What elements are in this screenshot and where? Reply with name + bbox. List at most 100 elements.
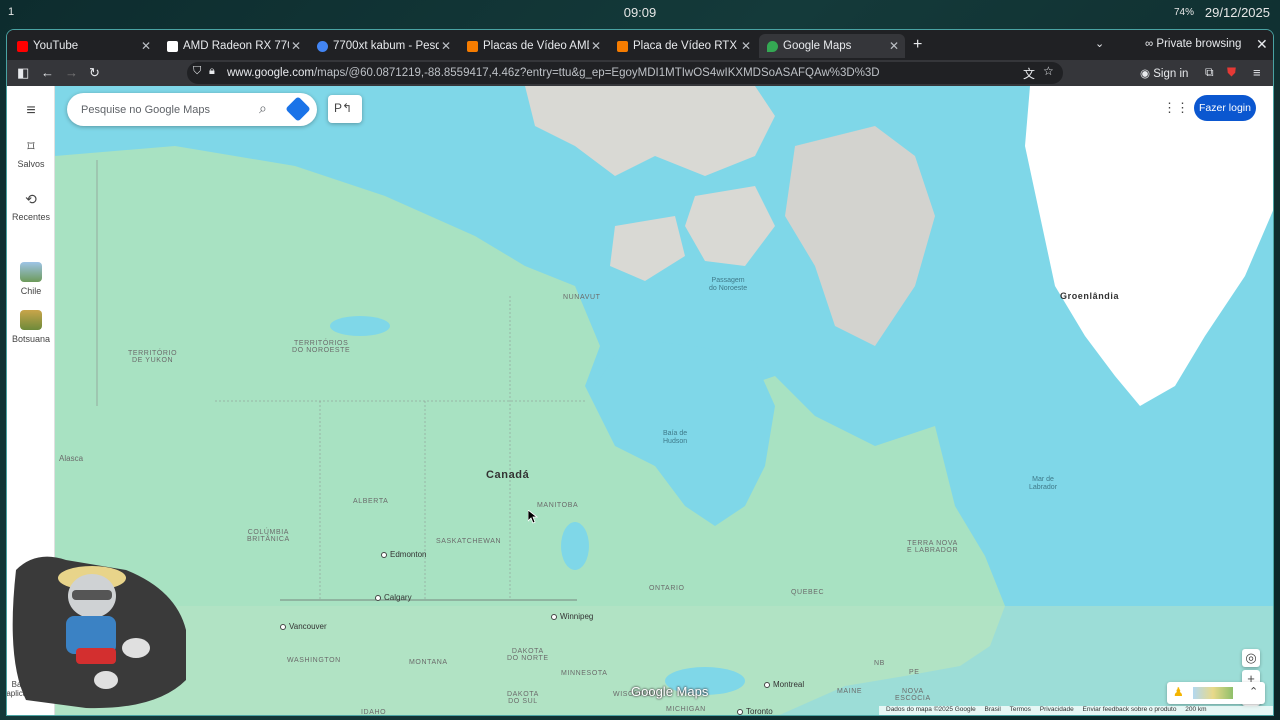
tab-amd-radeon[interactable]: AMD Radeon RX 7700 X ✕ — [159, 34, 307, 58]
my-location-icon[interactable]: ◎ — [1242, 649, 1260, 667]
saved-button[interactable]: ⌑ Salvos — [7, 138, 55, 169]
address-bar[interactable]: ⛉ 🔒︎ www.google.com/maps/@60.0871219,-88… — [187, 62, 1063, 84]
label-pe: PE — [909, 669, 920, 676]
raccoon-foot — [122, 638, 150, 658]
google-icon — [317, 40, 328, 52]
search-box[interactable]: Pesquise no Google Maps ⌕ — [67, 93, 317, 126]
tab-placas-amd[interactable]: Placas de Vídeo AMD c ✕ — [459, 34, 607, 58]
label-quebec: QUEBEC — [791, 589, 825, 596]
label-alberta: ALBERTA — [353, 498, 389, 505]
city-toronto[interactable]: Toronto — [737, 707, 773, 715]
tab-google-maps[interactable]: Google Maps ✕ — [759, 34, 905, 58]
label-washington: WASHINGTON — [287, 657, 341, 664]
login-button[interactable]: Fazer login — [1194, 95, 1256, 121]
menu-icon[interactable]: ≡ — [1253, 65, 1261, 80]
red-shorts — [76, 648, 116, 664]
usa-region — [55, 606, 1273, 715]
private-label: Private browsing — [1156, 38, 1242, 50]
mask-icon: ∞ — [1145, 38, 1157, 50]
close-tab-icon[interactable]: ✕ — [739, 39, 753, 53]
footer-country[interactable]: Brasil — [985, 706, 1001, 713]
account-icon: ◉ — [1140, 68, 1154, 80]
forward-icon[interactable]: → — [65, 65, 78, 80]
label-nb: NB — [874, 660, 885, 667]
maps-pin-icon — [767, 40, 778, 52]
tab-youtube[interactable]: YouTube ✕ — [9, 34, 157, 58]
chile-label: Chile — [20, 286, 42, 296]
hamburger-menu-icon[interactable]: ≡ — [7, 102, 55, 120]
sign-in-button[interactable]: ◉ Sign in — [1140, 66, 1188, 80]
layers-button[interactable]: P↰ — [328, 95, 362, 123]
close-tab-icon[interactable]: ✕ — [887, 39, 901, 53]
label-nd: DAKOTA DO NORTE — [507, 648, 549, 662]
tab-rtx[interactable]: Placa de Vídeo RTX 306 ✕ — [609, 34, 757, 58]
city-edmonton[interactable]: Edmonton — [381, 550, 426, 559]
water-labrador-sea: Mar de Labrador — [1029, 476, 1058, 491]
extensions-icon[interactable]: ⧉ — [1205, 65, 1214, 80]
footer-feedback-link[interactable]: Enviar feedback sobre o produto — [1083, 706, 1177, 713]
scale-bar[interactable]: 200 km — [1185, 706, 1206, 713]
botswana-thumbnail — [20, 310, 42, 330]
botswana-label: Botsuana — [11, 334, 51, 344]
tab-google-search[interactable]: 7700xt kabum - Pesquisa ✕ — [309, 34, 457, 58]
search-icon[interactable]: ⌕ — [259, 100, 267, 117]
date: 29/12/2025 — [1204, 5, 1270, 20]
tab-title: Placa de Vídeo RTX 306 — [633, 40, 739, 52]
tab-list-chevron-icon[interactable]: ⌄ — [1095, 37, 1104, 50]
new-tab-icon[interactable]: + — [913, 36, 922, 54]
shield-icon[interactable]: ⛉ — [193, 65, 201, 78]
great-slave-lake — [330, 316, 390, 336]
water-northwest-passage: Passagem do Noroeste — [709, 277, 748, 292]
google-apps-icon[interactable]: ⋮⋮ — [1163, 100, 1189, 116]
pegman-icon[interactable]: ♟ — [1173, 685, 1184, 699]
recent-button[interactable]: ⟲ Recentes — [7, 191, 55, 222]
label-ns: NOVA ESCÓCIA — [895, 688, 931, 702]
ublock-icon[interactable]: ⛊ — [1227, 65, 1236, 80]
recent-place-botswana[interactable]: Botsuana — [7, 310, 55, 344]
recent-place-chile[interactable]: Chile — [7, 262, 55, 296]
label-nl: TERRA NOVA E LABRADOR — [907, 540, 959, 554]
bookmark-star-icon[interactable]: ☆ — [1043, 64, 1054, 78]
city-montreal[interactable]: Montreal — [764, 680, 804, 689]
footer-privacy-link[interactable]: Privacidade — [1040, 706, 1074, 713]
window-close-icon[interactable]: ✕ — [1256, 36, 1268, 53]
tab-title: AMD Radeon RX 7700 X — [183, 40, 289, 52]
chile-thumbnail — [20, 262, 42, 282]
label-manitoba: MANITOBA — [537, 502, 579, 509]
country-label-canada[interactable]: Canadá — [486, 469, 529, 481]
lock-icon[interactable]: 🔒︎ — [209, 65, 215, 78]
directions-icon[interactable] — [285, 96, 311, 122]
map-canvas[interactable] — [55, 86, 1274, 716]
close-tab-icon[interactable]: ✕ — [439, 39, 453, 53]
footer-terms-link[interactable]: Termos — [1010, 706, 1031, 713]
recent-label: Recentes — [11, 212, 51, 222]
sign-in-label: Sign in — [1153, 68, 1189, 80]
city-winnipeg[interactable]: Winnipeg — [551, 612, 593, 621]
translate-icon[interactable]: 文 — [1023, 65, 1035, 82]
city-vancouver[interactable]: Vancouver — [280, 622, 327, 631]
navigation-bar: ◧ ← → ↻ ⛉ 🔒︎ www.google.com/maps/@60.087… — [7, 60, 1273, 86]
private-browsing-indicator: ∞ Private browsing — [1145, 38, 1241, 50]
raccoon-foot — [94, 671, 118, 689]
tab-title: YouTube — [33, 40, 79, 52]
back-icon[interactable]: ← — [41, 65, 54, 80]
amd-icon — [167, 40, 178, 52]
url-host: www.google.com — [227, 67, 314, 79]
label-bc: COLÚMBIA BRITÂNICA — [247, 529, 290, 543]
city-calgary[interactable]: Calgary — [375, 593, 412, 602]
sidebar-toggle-icon[interactable]: ◧ — [17, 65, 29, 81]
label-sd: DAKOTA DO SUL — [507, 691, 539, 705]
map-data-credit: Dados do mapa ©2025 Google — [886, 706, 976, 713]
label-alaska: Alasca — [59, 454, 84, 463]
close-tab-icon[interactable]: ✕ — [589, 39, 603, 53]
country-label-greenland[interactable]: Groenlândia — [1060, 291, 1119, 301]
reload-icon[interactable]: ↻ — [89, 65, 100, 81]
close-tab-icon[interactable]: ✕ — [289, 39, 303, 53]
bookmark-icon: ⌑ — [27, 138, 35, 154]
close-tab-icon[interactable]: ✕ — [139, 39, 153, 53]
expand-up-icon[interactable]: ⌃ — [1249, 685, 1258, 698]
url-text[interactable]: www.google.com/maps/@60.0871219,-88.8559… — [227, 67, 880, 79]
label-montana: MONTANA — [409, 659, 448, 666]
map-thumbnails[interactable] — [1193, 687, 1233, 699]
map-type-strip[interactable]: ♟ ⌃ — [1167, 682, 1265, 704]
